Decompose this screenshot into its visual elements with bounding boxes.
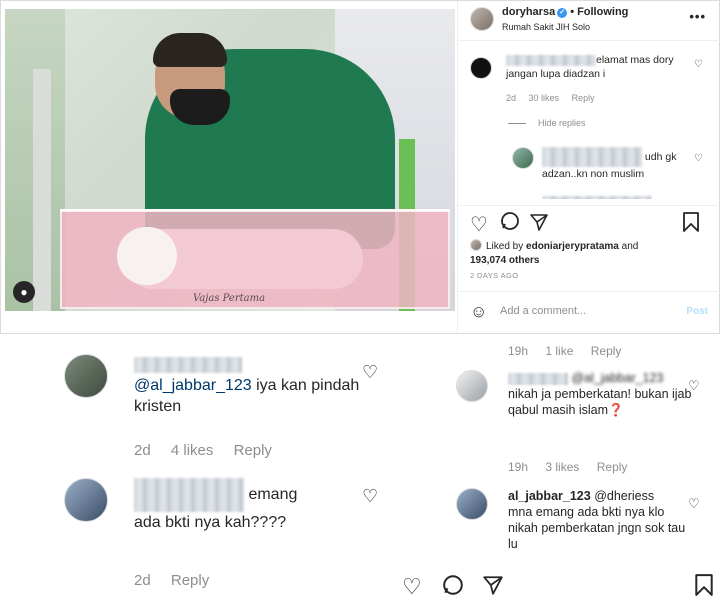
commenter-username[interactable]: al_jabbar_123 [508,489,591,503]
post-timestamp: 2 DAYS AGO [470,271,519,280]
commenter-avatar[interactable] [470,57,492,79]
reply-button[interactable]: Reply [591,344,622,358]
comment-text: @al_jabbar_123 nikah ja pemberkatan! buk… [508,371,692,417]
commenter-avatar[interactable] [456,370,488,402]
comment-heart-icon[interactable]: ♡ [694,59,703,70]
comment-icon[interactable] [442,574,464,602]
add-comment-bar: ☺ Post [458,291,720,333]
hide-replies-button[interactable]: Hide replies [508,118,586,128]
liker-username[interactable]: edoniarjerypratama [526,241,619,252]
post-comment-button[interactable]: Post [686,306,708,317]
comment-meta: 19h 1 like Reply [508,344,635,358]
comment-heart-icon[interactable]: ♡ [688,496,700,512]
post-photo[interactable]: Vajas Pertama ● [5,9,455,311]
comment-icon[interactable] [500,211,520,237]
comment-likes[interactable]: 3 likes [545,460,579,474]
comment-time: 2d [134,572,151,589]
comment-input[interactable] [500,305,670,317]
comment-heart-icon[interactable]: ♡ [694,153,703,164]
comment-heart-icon[interactable]: ♡ [688,378,700,394]
redacted-username [508,372,568,385]
comment-text: al_jabbar_123 @dheriess mna emang ada bk… [508,489,686,551]
comment-likes[interactable]: 1 like [545,344,573,358]
reply-button[interactable]: Reply [597,460,628,474]
post-sidebar: doryharsa ✓ • Following Rumah Sakit JIH Sol… [457,1,720,333]
comment-meta: 2d 4 likes Reply [134,442,288,459]
mention-link[interactable]: @dheriess [594,489,654,503]
redacted-username [542,147,642,167]
liker-avatar[interactable] [470,239,482,251]
photo-person-hair [153,33,227,67]
share-icon[interactable] [482,574,504,602]
comment-meta: 2d Reply [134,572,225,589]
bookmark-icon[interactable] [694,574,714,602]
photo-person-mask [170,89,230,125]
likes-count[interactable]: 193,074 others [470,255,540,266]
commenter-avatar[interactable] [64,354,108,398]
mention-link[interactable]: @al_jabbar_123 [134,377,252,394]
emoji-icon[interactable]: ☺ [470,302,487,322]
comment-meta: 19h 3 likes Reply [508,460,641,474]
cut-off-meta [542,191,652,199]
comment-meta: 2d 30 likes Reply [506,93,605,103]
heart-icon[interactable]: ♡ [470,212,488,237]
comment-text: elamat mas dory jangan lupa diadzan i [506,54,674,80]
commenter-avatar[interactable] [512,147,534,169]
verified-icon: ✓ [557,8,568,18]
photo-pole [33,69,51,311]
post-actions: ♡ [402,572,720,602]
author-avatar[interactable] [470,7,494,31]
redacted-username [134,356,242,373]
post-location[interactable]: Rumah Sakit JIH Solo [502,22,590,32]
comment-time: 2d [134,442,151,459]
zoomed-comments-left: @al_jabbar_123 iya kan pindah kristen ♡ … [0,336,398,602]
commenter-avatar[interactable] [64,478,108,522]
share-icon[interactable] [529,212,549,238]
more-options-icon[interactable]: ••• [689,9,706,24]
post-actions: ♡ [458,205,720,241]
reply-button[interactable]: Reply [171,572,209,589]
comment-text: emang ada bkti nya kah???? [134,478,324,533]
commenter-avatar[interactable] [456,488,488,520]
reply-button[interactable]: Reply [234,442,272,459]
comment-text: udh gk adzan..kn non muslim [542,147,682,181]
likes-summary: Liked by edoniarjerypratama and 193,074 o… [470,239,639,266]
comment-text: @al_jabbar_123 iya kan pindah kristen [134,354,398,417]
comment-heart-icon[interactable]: ♡ [362,362,378,383]
heart-icon[interactable]: ♡ [402,574,422,600]
reply-button[interactable]: Reply [572,93,595,103]
comment-time: 19h [508,344,529,358]
comment-time: 2d [506,93,517,103]
photo-watermark: Vajas Pertama [193,293,266,304]
instagram-post: Vajas Pertama ● doryharsa ✓ • Following Rum… [0,0,720,334]
following-button[interactable]: Following [577,6,628,18]
separator-dot: • [570,6,575,18]
post-header: doryharsa ✓ • Following Rumah Sakit JIH Sol… [458,1,720,41]
redacted-username [134,478,244,512]
bookmark-icon[interactable] [682,212,700,238]
author-username[interactable]: doryharsa [502,6,555,18]
redacted-username [506,54,596,66]
question-emoji: ❓ [608,403,624,417]
zoomed-comments-right: 19h 1 like Reply @al_jabbar_123 nikah ja… [402,336,720,602]
user-tag-icon[interactable]: ● [13,281,35,303]
mention-link[interactable]: @al_jabbar_123 [571,371,663,385]
comment-likes[interactable]: 30 likes [529,93,560,103]
comment-time: 19h [508,460,529,474]
comment-likes[interactable]: 4 likes [171,442,214,459]
author-name-line: doryharsa ✓ • Following [502,6,628,18]
comment-heart-icon[interactable]: ♡ [362,486,378,507]
